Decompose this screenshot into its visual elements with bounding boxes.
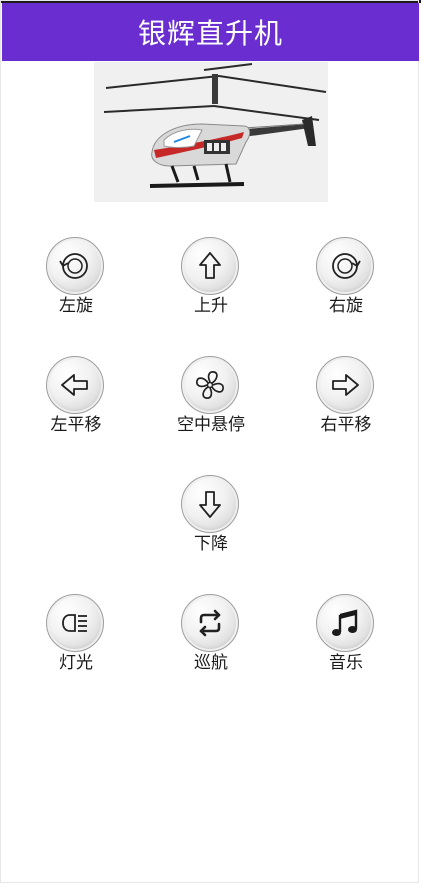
- move-right-circle[interactable]: [316, 356, 374, 414]
- music-label: 音乐: [329, 653, 363, 673]
- music-button[interactable]: 音乐: [298, 594, 394, 690]
- ascend-button[interactable]: 上升: [163, 237, 259, 333]
- arrow-left-icon: [61, 374, 88, 396]
- move-left-circle[interactable]: [46, 356, 104, 414]
- hover-circle[interactable]: [181, 356, 239, 414]
- rotate-left-circle[interactable]: [46, 237, 104, 295]
- rotate-right-icon: [332, 253, 361, 279]
- descend-label: 下降: [194, 534, 228, 554]
- helicopter-image: [94, 62, 328, 202]
- hover-label: 空中悬停: [177, 415, 245, 435]
- move-left-label: 左平移: [50, 415, 102, 435]
- loop-icon: [199, 609, 221, 637]
- light-circle[interactable]: [46, 594, 104, 652]
- hover-button[interactable]: 空中悬停: [163, 356, 259, 452]
- fan-icon: [196, 371, 224, 399]
- move-left-button[interactable]: 左平移: [28, 356, 124, 452]
- cruise-button[interactable]: 巡航: [163, 594, 259, 690]
- music-note-icon: [332, 609, 358, 636]
- rotate-right-label: 右旋: [329, 296, 363, 316]
- rotate-left-button[interactable]: 左旋: [28, 237, 124, 333]
- descend-circle[interactable]: [181, 475, 239, 533]
- arrow-right-icon: [332, 374, 359, 396]
- rotate-right-button[interactable]: 右旋: [298, 237, 394, 333]
- move-right-button[interactable]: 右平移: [298, 356, 394, 452]
- move-right-label: 右平移: [320, 415, 372, 435]
- ascend-circle[interactable]: [181, 237, 239, 295]
- rotate-left-label: 左旋: [59, 296, 93, 316]
- cruise-circle[interactable]: [181, 594, 239, 652]
- cruise-label: 巡航: [194, 653, 228, 673]
- arrow-down-icon: [199, 491, 221, 518]
- helicopter-illustration: [94, 62, 328, 202]
- music-circle[interactable]: [316, 594, 374, 652]
- descend-button[interactable]: 下降: [163, 475, 259, 571]
- page-title: 银辉直升机: [137, 17, 283, 50]
- rotate-left-icon: [59, 253, 88, 279]
- ascend-label: 上升: [194, 296, 228, 316]
- headlight-icon: [62, 614, 87, 632]
- light-label: 灯光: [59, 653, 93, 673]
- light-button[interactable]: 灯光: [28, 594, 124, 690]
- rotate-right-circle[interactable]: [316, 237, 374, 295]
- arrow-up-icon: [199, 252, 221, 279]
- title-bar: 银辉直升机: [2, 3, 419, 61]
